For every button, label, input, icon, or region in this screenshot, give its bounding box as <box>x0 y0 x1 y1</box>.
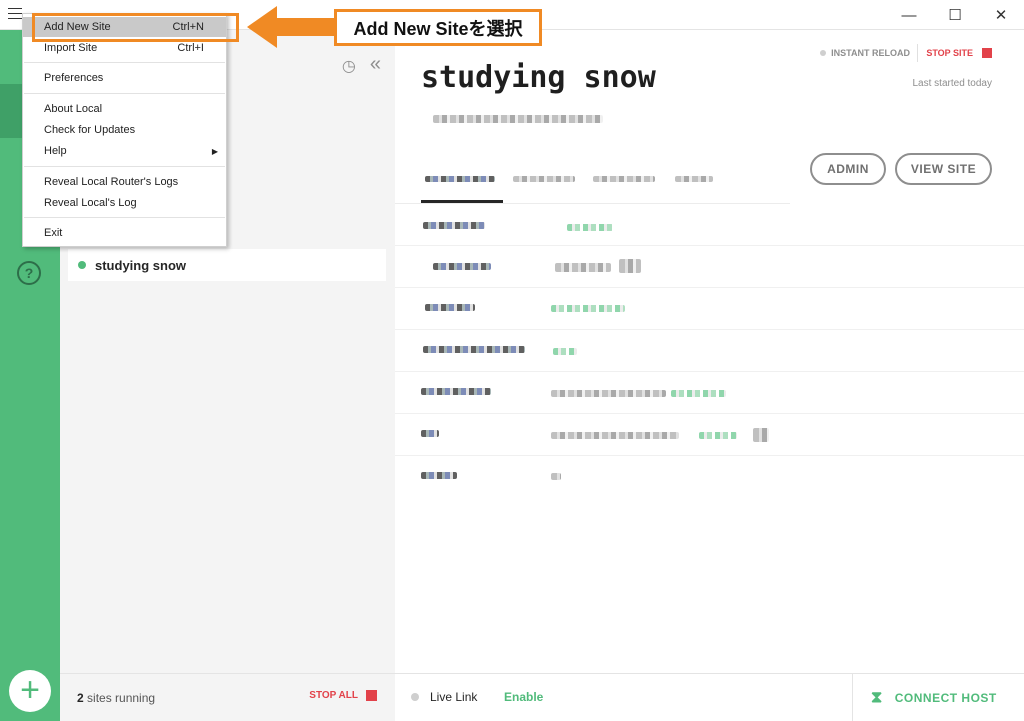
annotation-arrow-icon <box>247 6 335 48</box>
detail-row-label <box>421 388 491 395</box>
detail-row-label <box>433 263 491 270</box>
menu-item-label: About Local <box>44 103 103 115</box>
instant-reload-label: INSTANT RELOAD <box>831 48 910 58</box>
sites-running-label: sites running <box>87 691 156 705</box>
menu-item-reveal-local-log[interactable]: Reveal Local's Log <box>23 193 226 213</box>
running-status-dot <box>78 261 86 269</box>
help-icon[interactable]: ? <box>17 261 41 285</box>
menu-item-label: Reveal Local Router's Logs <box>44 176 179 188</box>
tab-overview[interactable] <box>425 176 495 182</box>
site-list-item-name: studying snow <box>95 257 186 273</box>
detail-row-value <box>551 473 561 480</box>
detail-row-label <box>421 430 439 437</box>
annotation-label: Add New Siteを選択 <box>334 9 542 46</box>
detail-row-value <box>551 390 666 397</box>
menu-item-label: Preferences <box>44 72 104 84</box>
sites-footer: 2 sites running STOP ALL <box>60 673 395 721</box>
menu-item-label: Check for Updates <box>44 124 136 136</box>
row-divider <box>395 245 1024 246</box>
live-link-label: Live Link <box>430 690 478 704</box>
tabs-divider <box>395 203 790 204</box>
menu-item-label: Exit <box>44 227 63 239</box>
main-footer: Live Link Enable ⧗ CONNECT HOST <box>395 673 1024 721</box>
detail-row-value <box>551 305 625 312</box>
last-started-text: Last started today <box>912 78 993 89</box>
hamburger-menu-icon[interactable] <box>8 8 22 20</box>
menu-item-shortcut: Ctrl+I <box>177 42 204 54</box>
menu-item-exit[interactable]: Exit <box>23 223 226 243</box>
window-controls: — ☐ ✕ <box>886 0 1024 30</box>
minimize-button[interactable]: — <box>886 0 932 30</box>
row-divider <box>395 371 1024 372</box>
history-icon[interactable]: ◷ <box>342 56 356 76</box>
view-site-button[interactable]: VIEW SITE <box>895 153 992 185</box>
detail-row-label <box>421 472 457 479</box>
menu-separator <box>24 62 225 63</box>
stop-site-label: STOP SITE <box>926 48 973 58</box>
enable-live-link-link[interactable]: Enable <box>504 690 543 704</box>
menu-item-preferences[interactable]: Preferences <box>23 68 226 88</box>
menu-item-help[interactable]: Help ▶ <box>23 141 226 161</box>
row-divider <box>395 413 1024 414</box>
site-detail-pane: INSTANT RELOAD STOP SITE Last started to… <box>395 30 1024 673</box>
menu-item-label: Import Site <box>44 42 98 54</box>
detail-row-version <box>671 390 726 397</box>
site-title: studying snow <box>421 60 656 95</box>
collapse-icon[interactable]: « <box>370 54 381 76</box>
stop-all-label: STOP ALL <box>309 690 358 701</box>
header-divider <box>917 44 918 62</box>
tab-logs[interactable] <box>675 176 713 182</box>
live-link-status-dot <box>411 693 419 701</box>
row-divider <box>395 455 1024 456</box>
detail-row-action[interactable] <box>753 428 769 442</box>
menu-item-label: Help <box>44 145 67 157</box>
site-list-item[interactable]: studying snow <box>68 249 386 281</box>
detail-row-value <box>567 224 613 231</box>
admin-button[interactable]: ADMIN <box>810 153 886 185</box>
detail-row-value <box>551 432 679 439</box>
menu-separator <box>24 93 225 94</box>
row-divider <box>395 287 1024 288</box>
menu-item-label: Reveal Local's Log <box>44 197 137 209</box>
annotation-highlight-box <box>32 13 239 42</box>
site-domain-blurred[interactable] <box>433 115 603 123</box>
detail-row-action[interactable] <box>619 259 641 273</box>
detail-row-version <box>699 432 737 439</box>
add-site-button[interactable]: + <box>9 670 51 712</box>
detail-row-label <box>423 346 525 353</box>
menu-item-check-for-updates[interactable]: Check for Updates <box>23 120 226 140</box>
menu-separator <box>24 217 225 218</box>
row-divider <box>395 329 1024 330</box>
stop-site-icon <box>982 48 992 58</box>
detail-row-value[interactable] <box>555 263 611 272</box>
sites-toolbar: ◷ « <box>342 54 381 76</box>
menu-item-about-local[interactable]: About Local <box>23 99 226 119</box>
detail-row-label <box>423 222 485 229</box>
tab-tools[interactable] <box>593 176 655 182</box>
submenu-arrow-icon: ▶ <box>211 146 218 156</box>
close-button[interactable]: ✕ <box>978 0 1024 30</box>
app-menu-dropdown: Add New Site Ctrl+N Import Site Ctrl+I P… <box>22 13 227 247</box>
detail-row-label <box>425 304 475 311</box>
instant-reload-toggle[interactable]: INSTANT RELOAD <box>820 48 910 58</box>
stop-all-button[interactable]: STOP ALL <box>309 690 377 701</box>
tab-database[interactable] <box>513 176 575 182</box>
menu-separator <box>24 166 225 167</box>
maximize-button[interactable]: ☐ <box>932 0 978 30</box>
stop-site-button[interactable]: STOP SITE <box>926 48 992 58</box>
menu-item-reveal-router-logs[interactable]: Reveal Local Router's Logs <box>23 172 226 192</box>
instant-reload-status-dot <box>820 50 827 56</box>
connect-host-label: CONNECT HOST <box>894 691 997 705</box>
connect-host-icon: ⧗ <box>871 689 883 706</box>
detail-row-value <box>553 348 577 355</box>
sites-running-text: 2 sites running <box>77 691 155 705</box>
sites-running-count: 2 <box>77 691 84 705</box>
connect-host-button[interactable]: ⧗ CONNECT HOST <box>852 674 1024 721</box>
stop-icon <box>366 690 377 701</box>
